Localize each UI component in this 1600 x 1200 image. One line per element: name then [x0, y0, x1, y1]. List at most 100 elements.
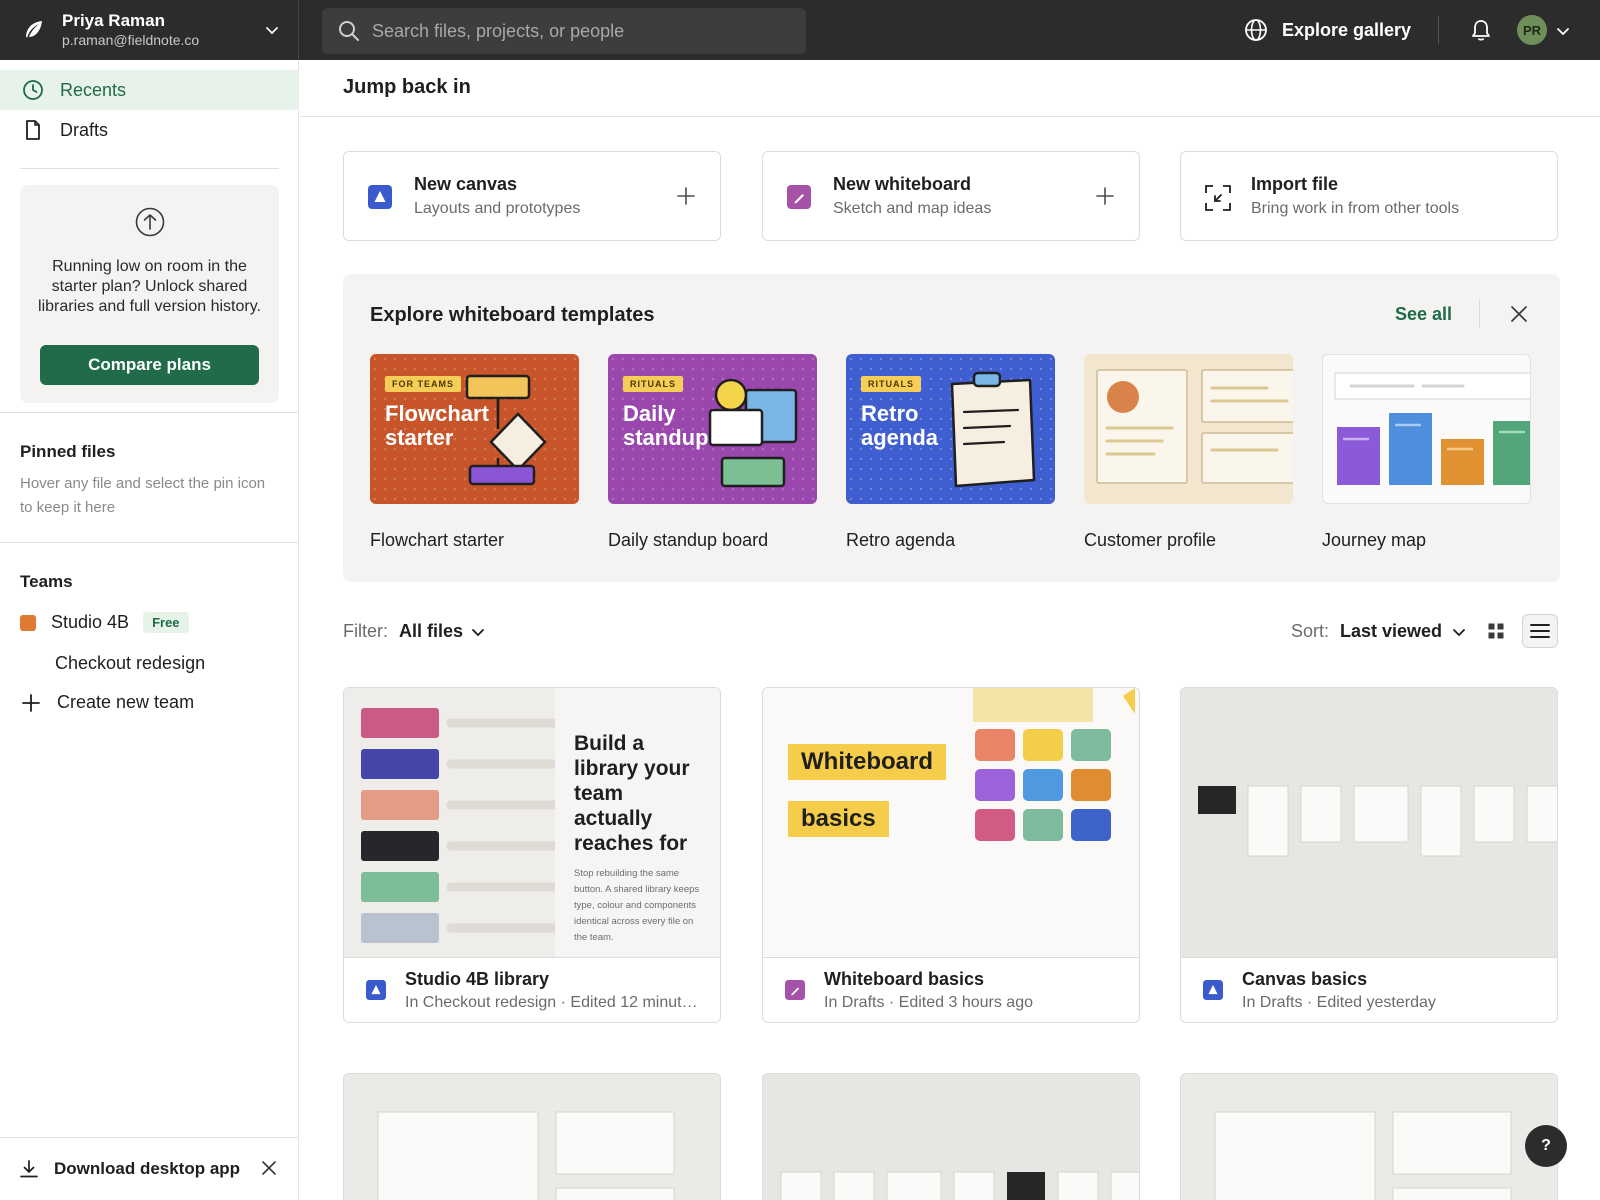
template-thumb-title: Retro agenda [861, 402, 938, 450]
close-icon[interactable] [261, 1160, 277, 1176]
template-name: Retro agenda [846, 530, 956, 550]
chevron-down-icon [1453, 628, 1465, 636]
header-divider [300, 116, 1600, 117]
plus-icon [1096, 187, 1114, 205]
templates-divider [1479, 300, 1480, 328]
workspace-info: Priya Raman p.raman@fieldnote.co [62, 11, 199, 48]
card-title: New whiteboard [833, 174, 972, 194]
sidebar-divider [0, 542, 299, 543]
template-card[interactable]: Journey map [1322, 354, 1531, 551]
template-card[interactable]: FOR TEAMS Flowchart starter Flowchart st… [370, 354, 579, 551]
canvas-icon [1203, 980, 1223, 1000]
team-item-studio-4b[interactable]: Studio 4B Free [20, 612, 189, 633]
template-thumb-line: Daily [623, 401, 676, 426]
profile-illustration [1096, 369, 1293, 484]
filter-dropdown[interactable]: All files [399, 621, 485, 642]
sort-dropdown[interactable]: Last viewed [1340, 621, 1466, 642]
explore-gallery-button[interactable]: Explore gallery [1244, 12, 1411, 48]
file-card[interactable] [1180, 1073, 1558, 1200]
download-desktop-banner[interactable]: Download desktop app [0, 1137, 299, 1200]
file-card[interactable] [762, 1073, 1140, 1200]
canvas-icon [368, 185, 392, 209]
thumb-word: basics [788, 801, 889, 837]
thumb-heading: Build a library your team actually reach… [574, 732, 690, 855]
template-thumbnail: RITUALS Daily standup [608, 354, 817, 504]
template-thumb-line: Retro [861, 401, 919, 426]
frames-illustration [377, 1111, 675, 1200]
pinned-files-heading: Pinned files [20, 442, 116, 461]
sidebar-item-recents[interactable]: Recents [0, 70, 299, 110]
top-bar: Priya Raman p.raman@fieldnote.co Explore… [0, 0, 1600, 60]
avatar[interactable]: PR [1517, 15, 1547, 45]
file-name: Whiteboard basics [824, 969, 985, 989]
template-thumbnail [1322, 354, 1531, 504]
template-name: Journey map [1322, 530, 1427, 550]
frames-illustration [1198, 785, 1557, 857]
template-card[interactable]: RITUALS Daily standup Daily standup boar… [608, 354, 817, 551]
workspace-switcher[interactable]: Priya Raman p.raman@fieldnote.co [0, 0, 299, 60]
chevron-down-icon [472, 628, 484, 636]
project-item-checkout-redesign[interactable]: Checkout redesign [55, 653, 205, 674]
card-subtitle: Layouts and prototypes [414, 200, 581, 217]
compare-plans-button[interactable]: Compare plans [40, 345, 259, 385]
file-thumbnail [1181, 1074, 1557, 1200]
page-title: Jump back in [343, 76, 471, 98]
sidebar-item-drafts[interactable]: Drafts [0, 110, 299, 150]
journey-illustration [1334, 372, 1530, 485]
file-thumbnail [1181, 688, 1557, 958]
template-thumb-line: standup [623, 425, 709, 450]
grid-icon [1488, 623, 1504, 639]
chevron-down-icon[interactable] [1556, 24, 1570, 38]
file-card-studio-4b-library[interactable]: Build a library your team actually reach… [343, 687, 721, 1023]
sidebar-divider [0, 412, 299, 413]
create-team-button[interactable]: Create new team [22, 692, 194, 713]
sidebar-item-label: Recents [60, 79, 127, 100]
thumb-word: Whiteboard [788, 744, 946, 780]
see-all-link[interactable]: See all [1395, 304, 1452, 325]
grid-view-button[interactable] [1478, 614, 1514, 648]
filter-control: Filter: All files [343, 621, 485, 642]
main-content: Jump back in New canvas Layouts and prot… [300, 60, 1600, 1200]
swatch-column [344, 688, 559, 957]
file-thumbnail [763, 1074, 1139, 1200]
search-input[interactable] [372, 20, 792, 42]
template-name: Flowchart starter [370, 530, 505, 550]
library-swatches-illustration [361, 708, 559, 943]
close-icon[interactable] [1510, 305, 1528, 323]
sort-value: Last viewed [1340, 621, 1443, 641]
card-subtitle: Bring work in from other tools [1251, 200, 1460, 217]
search-box[interactable] [322, 8, 806, 54]
file-meta: Whiteboard basics In Drafts · Edited 3 h… [763, 958, 1139, 1022]
card-title: Import file [1251, 174, 1339, 194]
new-whiteboard-card[interactable]: New whiteboard Sketch and map ideas [762, 151, 1140, 241]
help-button[interactable]: ? [1525, 1125, 1567, 1167]
templates-panel: Explore whiteboard templates See all FOR… [343, 274, 1560, 582]
flowchart-illustration [465, 374, 547, 486]
pinned-files-hint: Hover any file and select the pin icon t… [20, 475, 266, 516]
template-thumbnail: FOR TEAMS Flowchart starter [370, 354, 579, 504]
file-card-whiteboard-basics[interactable]: Whiteboard basics Whiteboard basics In D… [762, 687, 1140, 1023]
list-view-button[interactable] [1522, 614, 1558, 648]
import-file-card[interactable]: Import file Bring work in from other too… [1180, 151, 1558, 241]
template-card[interactable]: Customer profile [1084, 354, 1293, 551]
file-card-canvas-basics[interactable]: Canvas basics In Drafts · Edited yesterd… [1180, 687, 1558, 1023]
file-meta: Studio 4B library In Checkout redesign ·… [344, 958, 720, 1022]
plan-badge: Free [143, 612, 189, 633]
frames-illustration [1214, 1111, 1512, 1200]
sidebar-item-label: Drafts [60, 119, 109, 140]
sort-label: Sort: [1291, 621, 1330, 641]
clipboard-illustration [950, 371, 1036, 488]
template-thumbnail [1084, 354, 1293, 504]
import-icon [1205, 185, 1231, 211]
list-icon [1530, 624, 1550, 638]
file-card[interactable] [343, 1073, 721, 1200]
clock-icon [23, 80, 43, 100]
upgrade-text: Running low on room in the starter plan?… [38, 258, 261, 315]
file-name: Studio 4B library [405, 969, 550, 989]
template-tag: RITUALS [623, 376, 683, 392]
template-name: Daily standup board [608, 530, 769, 550]
team-color-swatch [20, 614, 36, 631]
new-canvas-card[interactable]: New canvas Layouts and prototypes [343, 151, 721, 241]
bell-icon[interactable] [1470, 18, 1492, 42]
template-card[interactable]: RITUALS Retro agenda Retro agenda [846, 354, 1055, 551]
